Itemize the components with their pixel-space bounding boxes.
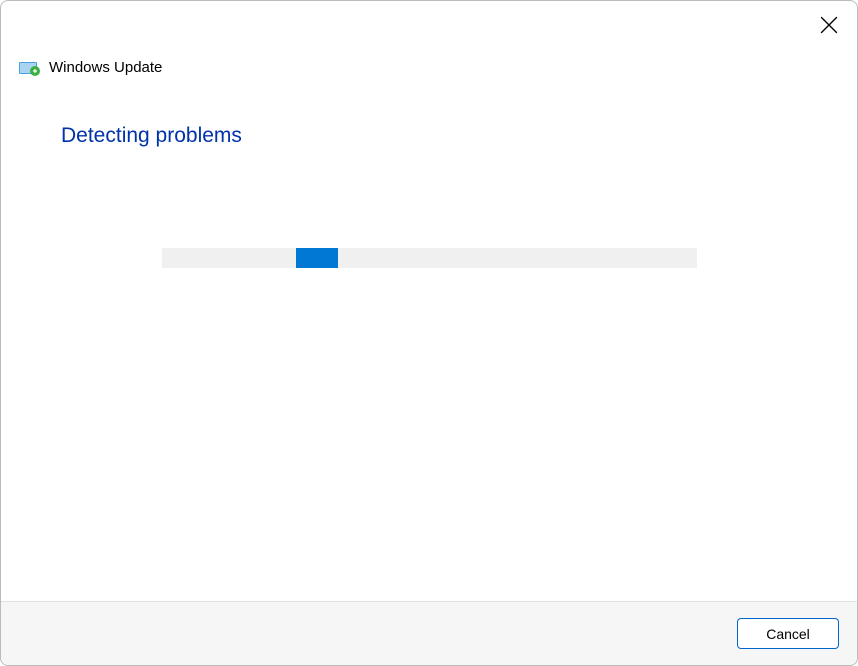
cancel-button[interactable]: Cancel — [737, 618, 839, 649]
app-title: Windows Update — [49, 59, 162, 76]
close-icon — [820, 16, 838, 34]
header: Windows Update — [1, 41, 857, 76]
status-heading: Detecting problems — [61, 124, 797, 148]
troubleshooter-dialog: Windows Update Detecting problems Cancel — [0, 0, 858, 666]
progress-bar — [162, 248, 697, 268]
footer: Cancel — [1, 601, 857, 665]
close-button[interactable] — [815, 11, 843, 39]
content-area: Detecting problems — [1, 76, 857, 601]
windows-update-icon — [19, 60, 41, 76]
progress-fill — [296, 248, 338, 268]
titlebar — [1, 1, 857, 41]
